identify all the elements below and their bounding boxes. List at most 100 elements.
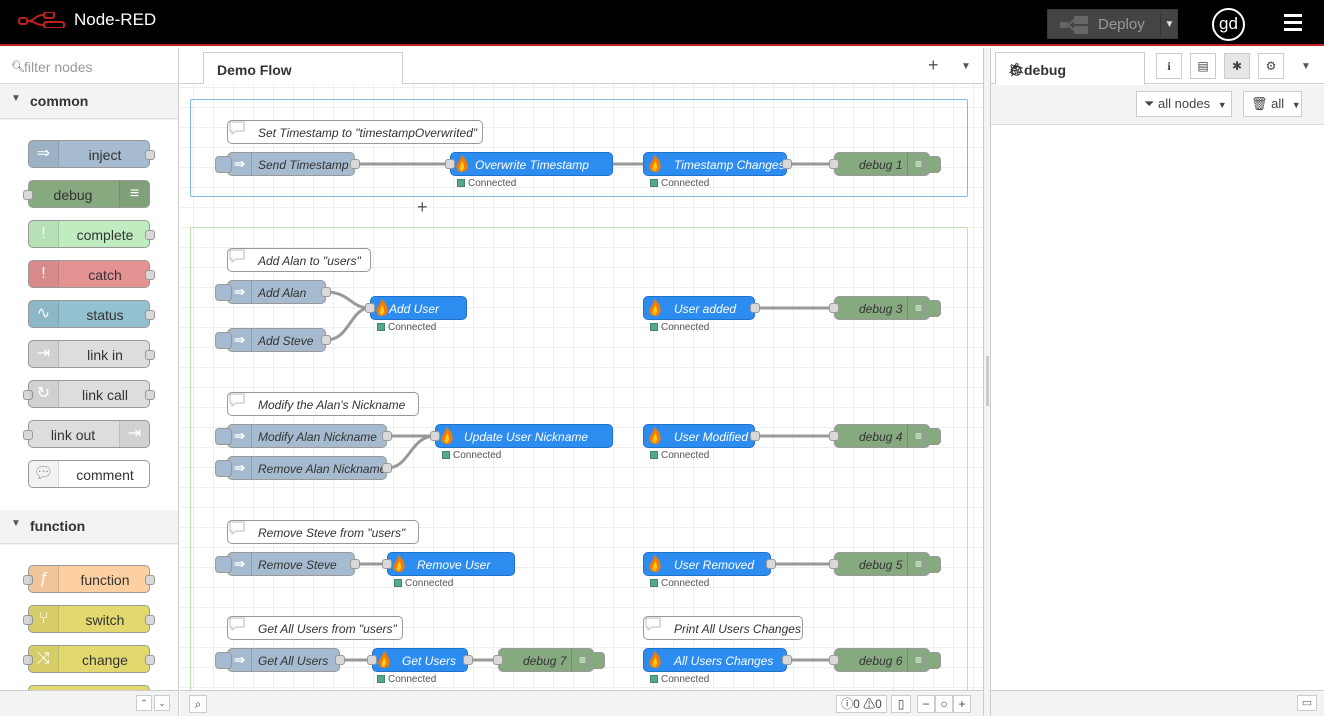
input-port[interactable] <box>493 655 503 665</box>
user-avatar[interactable]: gd <box>1212 8 1245 41</box>
output-port[interactable] <box>782 159 792 169</box>
firestore-in-node[interactable]: User added <box>643 296 760 320</box>
input-port[interactable] <box>829 559 839 569</box>
debug-node[interactable]: debug 7 ≡ <box>493 648 605 672</box>
output-port[interactable] <box>321 287 331 297</box>
category-header-function[interactable]: ▼ function <box>0 510 178 544</box>
zoom-reset-icon[interactable]: ○ <box>935 695 953 713</box>
sidebar-separator[interactable] <box>983 48 990 716</box>
input-port[interactable] <box>829 159 839 169</box>
firebase-flame-icon <box>456 155 468 172</box>
input-port[interactable] <box>829 431 839 441</box>
debug-node[interactable]: debug 1 ≡ <box>829 152 941 176</box>
debug-toggle-button[interactable] <box>924 652 941 669</box>
output-port[interactable] <box>321 335 331 345</box>
tab-demo-flow[interactable]: Demo Flow <box>203 52 403 85</box>
output-port[interactable] <box>335 655 345 665</box>
inject-node[interactable]: ⇒ Add Steve <box>215 328 331 352</box>
palette-node-link-out[interactable]: link out ⇥ <box>23 420 150 448</box>
firestore-in-node[interactable]: Timestamp Changes <box>643 152 792 176</box>
category-header-common[interactable]: ▼ common <box>0 85 178 119</box>
firestore-in-node[interactable]: User Modified <box>643 424 760 448</box>
palette-node-complete[interactable]: ! complete <box>28 220 155 248</box>
output-port[interactable] <box>750 303 760 313</box>
debug-node[interactable]: debug 3 ≡ <box>829 296 941 320</box>
tab-debug[interactable]: 🐞︎ debug <box>995 52 1145 85</box>
firestore-out-node[interactable]: Remove User <box>382 552 515 576</box>
book-icon[interactable]: ▤ <box>1190 53 1216 79</box>
firestore-out-node[interactable]: Update User Nickname <box>430 424 613 448</box>
firestore-out-node[interactable]: Get Users <box>367 648 473 672</box>
gear-icon[interactable]: ⚙ <box>1258 53 1284 79</box>
palette-node-catch[interactable]: ! catch <box>28 260 155 288</box>
palette-node-function[interactable]: ƒ function <box>23 565 155 593</box>
add-flow-icon[interactable]: + <box>928 55 939 76</box>
comment-node[interactable]: Get All Users from "users" <box>227 616 403 640</box>
debug-toggle-button[interactable] <box>924 556 941 573</box>
input-port[interactable] <box>829 655 839 665</box>
palette-node-debug[interactable]: debug ≡ <box>23 180 150 208</box>
debug-toggle-button[interactable] <box>924 428 941 445</box>
inject-node[interactable]: ⇒ Remove Steve <box>215 552 360 576</box>
filter-icon: ⏷ <box>1144 96 1155 111</box>
notifications-button[interactable]: ⓘ0 ⚠0 <box>836 695 887 713</box>
palette-node-switch[interactable]: ⑂ switch <box>23 605 155 633</box>
comment-node[interactable]: Add Alan to "users" <box>227 248 371 272</box>
expand-all-icon[interactable]: ⌄ <box>154 695 170 711</box>
comment-node[interactable]: Remove Steve from "users" <box>227 520 419 544</box>
palette-node-link-call[interactable]: ↻ link call <box>23 380 155 408</box>
tab-menu-icon[interactable]: ▼ <box>961 61 971 72</box>
input-port[interactable] <box>829 303 839 313</box>
palette-node-inject[interactable]: ⇒ inject <box>28 140 155 168</box>
comment-node[interactable]: Set Timestamp to "timestampOverwrited" <box>227 120 483 144</box>
output-port[interactable] <box>766 559 776 569</box>
debug-node[interactable]: debug 6 ≡ <box>829 648 941 672</box>
palette-node-status[interactable]: ∿ status <box>28 300 155 328</box>
output-port[interactable] <box>350 559 360 569</box>
sidebar-menu-icon[interactable]: ▼ <box>1301 61 1311 72</box>
debug-toggle-button[interactable] <box>588 652 605 669</box>
output-port[interactable] <box>382 431 392 441</box>
comment-node[interactable]: Print All Users Changes <box>643 616 803 640</box>
clear-messages-button[interactable]: 🗑︎ all ▼ <box>1243 91 1302 117</box>
flow-canvas[interactable]: Set Timestamp to "timestampOverwrited" A… <box>180 84 983 690</box>
debug-node[interactable]: debug 4 ≡ <box>829 424 941 448</box>
debug-toggle-button[interactable] <box>924 156 941 173</box>
inject-node[interactable]: ⇒ Send Timestamp <box>215 152 360 176</box>
output-port[interactable] <box>463 655 473 665</box>
palette-node-link-in[interactable]: ⇥ link in <box>28 340 155 368</box>
bug-icon[interactable]: ✱ <box>1224 53 1250 79</box>
info-icon[interactable]: i <box>1156 53 1182 79</box>
firestore-out-node[interactable]: Add User <box>365 296 467 320</box>
output-port[interactable] <box>382 463 392 473</box>
inject-node[interactable]: ⇒ Remove Alan Nickname <box>215 456 392 480</box>
output-port[interactable] <box>350 159 360 169</box>
inject-node[interactable]: ⇒ Get All Users <box>215 648 345 672</box>
firestore-in-node[interactable]: User Removed <box>643 552 776 576</box>
filter-nodes-button[interactable]: ⏷ all nodes ▼ <box>1136 91 1232 117</box>
workspace: Demo Flow + ▼ Set Timestamp to "timestam… <box>180 48 983 716</box>
inject-node[interactable]: ⇒ Modify Alan Nickname <box>215 424 392 448</box>
inject-node[interactable]: ⇒ Add Alan <box>215 280 331 304</box>
monitor-icon[interactable]: ▭ <box>1297 695 1317 711</box>
deploy-button[interactable]: Deploy ▼ <box>1047 9 1178 39</box>
debug-node[interactable]: debug 5 ≡ <box>829 552 941 576</box>
output-port[interactable] <box>750 431 760 441</box>
output-port <box>145 270 155 280</box>
zoom-in-icon[interactable]: + <box>953 695 971 713</box>
map-icon[interactable]: ▯ <box>891 695 911 713</box>
filter-nodes-input[interactable]: 🔍︎ filter nodes <box>0 48 178 84</box>
collapse-all-icon[interactable]: ⌃ <box>136 695 152 711</box>
firestore-in-node[interactable]: All Users Changes <box>643 648 792 672</box>
output-port[interactable] <box>782 655 792 665</box>
firestore-out-node[interactable]: Overwrite Timestamp <box>445 152 613 176</box>
deploy-dropdown-icon[interactable]: ▼ <box>1160 14 1178 36</box>
search-icon[interactable]: ⌕ <box>189 695 207 713</box>
debug-toggle-button[interactable] <box>924 300 941 317</box>
comment-node[interactable]: Modify the Alan's Nickname <box>227 392 419 416</box>
resize-grip[interactable] <box>986 356 989 406</box>
palette-node-change[interactable]: ⤨ change <box>23 645 155 673</box>
main-menu-icon[interactable] <box>1284 14 1302 32</box>
zoom-out-icon[interactable]: − <box>917 695 935 713</box>
palette-node-comment[interactable]: 💬︎ comment <box>28 460 150 488</box>
